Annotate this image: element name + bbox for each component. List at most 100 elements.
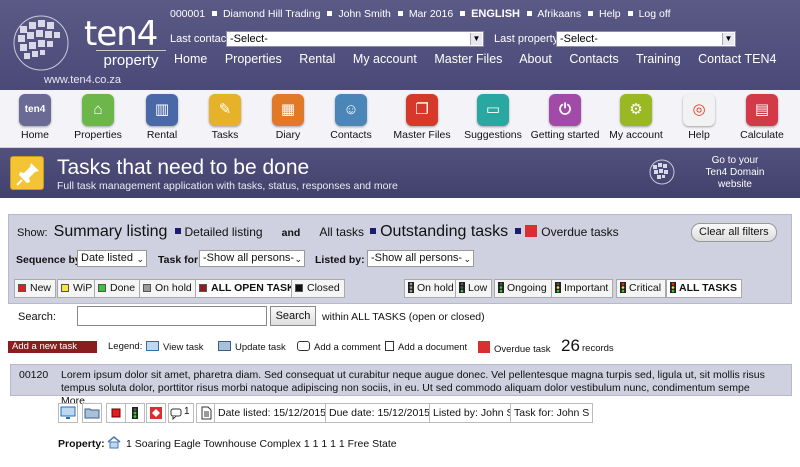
app-calculate[interactable]: ▤ Calculate — [727, 94, 797, 141]
listed-by-select[interactable]: -Show all persons- ⌄ — [367, 250, 474, 267]
sequence-select[interactable]: Date listed ⌄ — [77, 250, 147, 267]
due-date: Due date: 15/12/2015 — [325, 403, 435, 423]
ten4-logo[interactable]: ten4 property www.ten4.co.za — [6, 6, 166, 86]
app-home[interactable]: ten4 Home — [0, 94, 70, 141]
chip-label: WiP — [73, 282, 93, 294]
task-row[interactable]: 00120 Lorem ipsum dolor sit amet, pharet… — [10, 364, 792, 407]
nav-about[interactable]: About — [519, 52, 552, 66]
domain-link-line: Ten4 Domain — [705, 167, 765, 178]
last-property-select[interactable]: -Select- ▼ — [556, 31, 736, 47]
red-square-icon — [18, 284, 26, 292]
traffic-light-icon — [498, 282, 504, 293]
and-label: and — [281, 227, 301, 239]
all-tasks-toggle[interactable]: All tasks — [319, 225, 364, 239]
chip-label: Done — [110, 282, 136, 294]
black-square-icon — [295, 284, 303, 292]
last-property-label: Last property: — [494, 33, 562, 45]
app-label: Rental — [146, 129, 178, 141]
app-getting-started[interactable]: ⏻ Getting started — [530, 94, 600, 141]
nav-contact-ten4[interactable]: Contact TEN4 — [698, 52, 776, 66]
app-rental[interactable]: ▥ Rental — [127, 94, 197, 141]
task-for-select[interactable]: -Show all persons- ⌄ — [199, 250, 305, 267]
nav-home[interactable]: Home — [174, 52, 207, 66]
search-button[interactable]: Search — [270, 306, 316, 326]
nav-contacts[interactable]: Contacts — [569, 52, 618, 66]
update-task-action[interactable] — [82, 403, 102, 423]
domain-link[interactable]: Go to your Ten4 Domain website — [690, 155, 780, 191]
overdue-tasks-toggle[interactable]: Overdue tasks — [541, 225, 618, 239]
priority-ongoing-chip[interactable]: Ongoing — [494, 279, 552, 298]
nav-master-files[interactable]: Master Files — [434, 52, 502, 66]
nav-properties[interactable]: Properties — [225, 52, 282, 66]
legend-label: Legend: — [108, 341, 143, 352]
page-subtitle: Full task management application with ta… — [57, 180, 398, 192]
nav-my-account[interactable]: My account — [353, 52, 417, 66]
app-help[interactable]: ◎ Help — [664, 94, 734, 141]
folder-icon — [84, 408, 100, 419]
legend-add-comment: Add a comment — [297, 341, 381, 353]
app-my-account[interactable]: ⚙ My account — [601, 94, 671, 141]
document-action[interactable] — [196, 403, 216, 423]
priority-onhold-chip[interactable]: On hold — [404, 279, 459, 298]
app-label: Master Files — [393, 129, 451, 141]
clear-filters-button[interactable]: Clear all filters — [691, 223, 777, 242]
app-tasks[interactable]: ✎ Tasks — [190, 94, 260, 141]
summary-listing-toggle[interactable]: Summary listing — [54, 223, 168, 240]
search-label: Search: — [18, 311, 56, 323]
view-task-action[interactable] — [58, 403, 78, 423]
status-onhold-chip[interactable]: On hold — [139, 279, 197, 298]
app-contacts[interactable]: ☺ Contacts — [316, 94, 386, 141]
add-task-button[interactable]: Add a new task — [8, 341, 97, 353]
legend-comment-label: Add a comment — [314, 342, 381, 353]
lang-afrikaans[interactable]: Afrikaans — [537, 8, 581, 20]
site-url[interactable]: www.ten4.co.za — [44, 74, 121, 86]
status-new-chip[interactable]: New — [14, 279, 57, 298]
show-label: Show: — [17, 227, 48, 239]
logoff-link[interactable]: Log off — [639, 8, 671, 20]
app-label: Home — [20, 129, 49, 141]
legend-document-label: Add a document — [398, 342, 468, 353]
chat-icon: ▭ — [477, 94, 509, 126]
app-master-files[interactable]: ❐ Master Files — [387, 94, 457, 141]
status-wip-chip[interactable]: WiP — [57, 279, 98, 298]
folders-icon: ❐ — [406, 94, 438, 126]
nav-training[interactable]: Training — [636, 52, 681, 66]
property-label: Property: — [58, 438, 105, 450]
help-link[interactable]: Help — [599, 8, 621, 20]
chip-label: Low — [468, 282, 488, 294]
traffic-light-icon — [459, 282, 465, 293]
ten4-home-icon: ten4 — [19, 94, 51, 126]
agency-name: Diamond Hill Trading — [222, 8, 321, 20]
detailed-listing-toggle[interactable]: Detailed listing — [185, 225, 263, 239]
listed-by-label: Listed by: — [315, 254, 365, 266]
search-input[interactable] — [77, 306, 267, 326]
last-contact-select[interactable]: -Select- ▼ — [226, 31, 484, 47]
overdue-icon — [150, 407, 162, 419]
agency-code: 000001 — [170, 8, 206, 20]
app-suggestions[interactable]: ▭ Suggestions — [458, 94, 528, 141]
task-for-value: -Show all persons- — [203, 252, 295, 264]
domain-link-line: website — [718, 179, 752, 190]
status-done-chip[interactable]: Done — [94, 279, 141, 298]
priority-low-chip[interactable]: Low — [455, 279, 493, 298]
property-link[interactable]: 1 Soaring Eagle Townhouse Complex 1 1 1 … — [126, 438, 397, 450]
lang-english[interactable]: ENGLISH — [471, 8, 520, 20]
comment-action[interactable]: 1 — [168, 403, 194, 423]
priority-important-chip[interactable]: Important — [551, 279, 614, 298]
grey-square-icon — [143, 284, 151, 292]
legend-view-label: View task — [163, 342, 204, 353]
status-closed-chip[interactable]: Closed — [291, 279, 345, 298]
priority-all-chip[interactable]: ALL TASKS — [666, 279, 742, 298]
chevron-down-icon: ▼ — [722, 33, 734, 45]
priority-critical-chip[interactable]: Critical — [616, 279, 667, 298]
date-listed: Date listed: 15/12/2015 — [214, 403, 330, 423]
app-properties[interactable]: ⌂ Properties — [63, 94, 133, 141]
app-label: Contacts — [330, 129, 372, 141]
nav-rental[interactable]: Rental — [299, 52, 335, 66]
outstanding-tasks-toggle[interactable]: Outstanding tasks — [380, 223, 508, 240]
overdue-indicator — [146, 403, 166, 423]
app-label: Tasks — [211, 129, 239, 141]
task-for-label: Task for: — [158, 254, 202, 266]
app-diary[interactable]: ▦ Diary — [253, 94, 323, 141]
status-all-open-chip[interactable]: ALL OPEN TASKS — [195, 279, 307, 298]
